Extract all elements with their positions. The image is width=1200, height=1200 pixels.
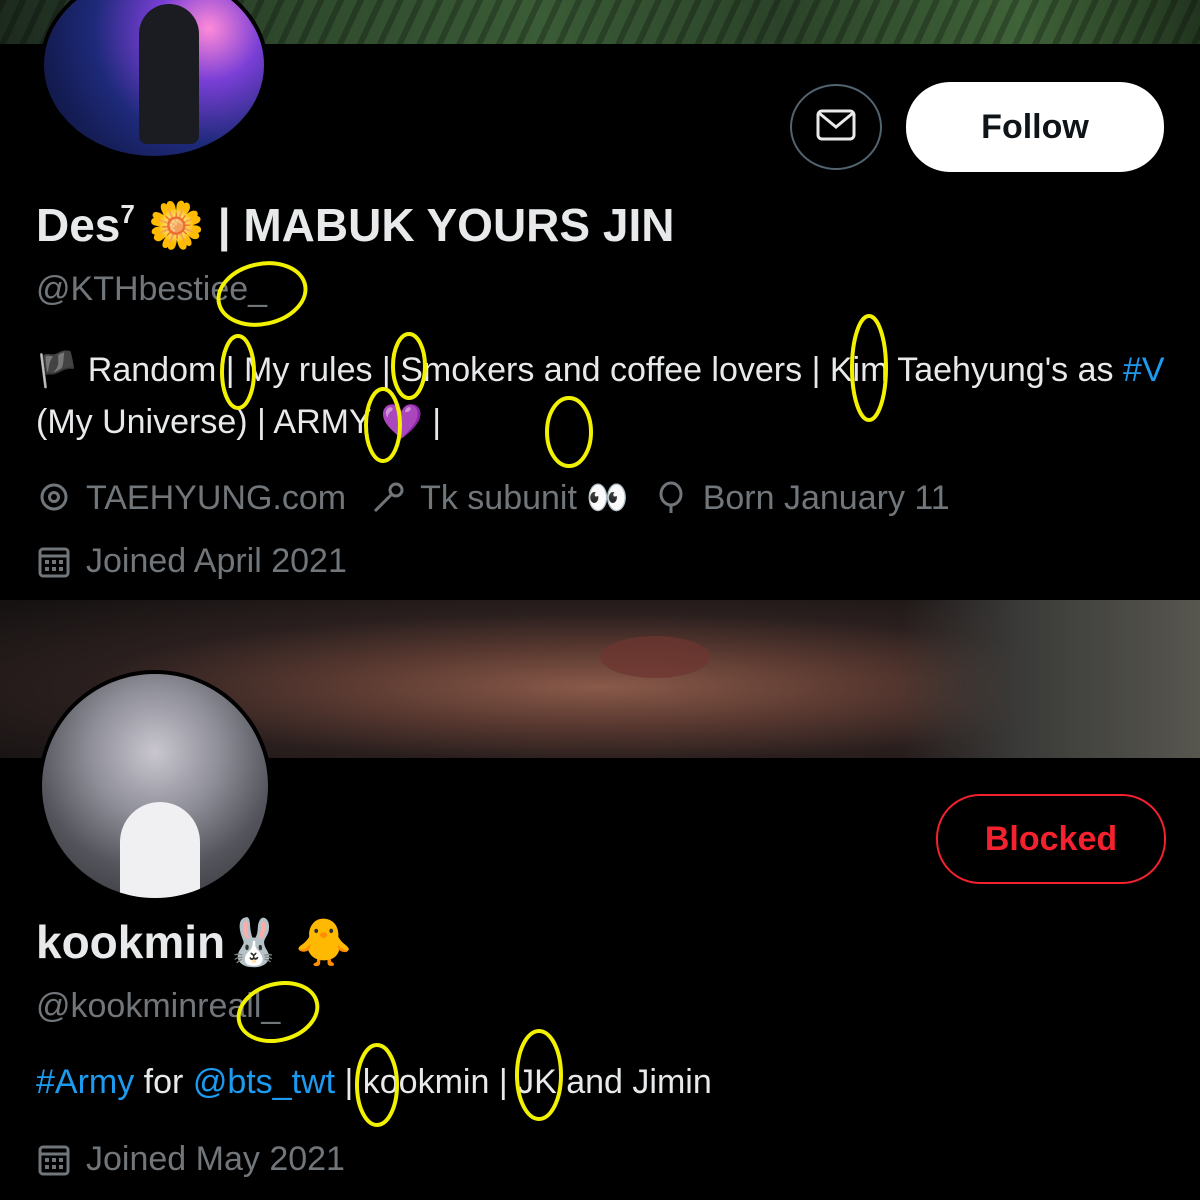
display-name: kookmin🐰 🐥 (36, 916, 353, 968)
calendar-icon (36, 544, 72, 580)
hashtag-link[interactable]: #Army (36, 1063, 134, 1101)
profile-bio: 🏴 Random | My rules | Smokers and coffee… (36, 351, 1165, 441)
mention-link[interactable]: @bts_twt (193, 1063, 335, 1101)
flag-emoji: 🏴 (36, 351, 79, 389)
rabbit-chick-emoji: 🐰 🐥 (225, 916, 353, 968)
website[interactable]: Tk subunit 👀 (370, 478, 629, 518)
avatar[interactable] (40, 0, 268, 160)
display-name: Des7 🌼 | MABUK YOURS JIN (36, 199, 675, 251)
profile-meta: TAEHYUNG.com Tk subunit 👀 Born January 1… (36, 478, 974, 518)
profile-bio: #Army for @bts_twt | kookmin | JK and Ji… (36, 1063, 712, 1101)
username-handle: @KTHbestiee_ (36, 270, 268, 308)
follow-button[interactable]: Follow (906, 82, 1164, 172)
profile-card-kthbestiee: Follow Des7 🌼 | MABUK YOURS JIN @KTHbest… (0, 0, 1200, 600)
hashtag-link[interactable]: #V (1123, 351, 1165, 389)
mail-icon (816, 109, 856, 146)
username-handle: @kookminreall_ (36, 987, 281, 1025)
birthday-icon (653, 480, 689, 516)
birthday: Born January 11 (653, 479, 950, 518)
calendar-icon (36, 1142, 72, 1178)
location: TAEHYUNG.com (36, 479, 346, 518)
join-date: Joined May 2021 (36, 1140, 345, 1179)
join-date: Joined April 2021 (36, 542, 347, 581)
profile-card-kookminreall: Blocked kookmin🐰 🐥 @kookminreall_ #Army … (0, 600, 1200, 1200)
name-superscript: 7 (120, 199, 135, 229)
location-icon (36, 480, 72, 516)
blocked-button[interactable]: Blocked (936, 794, 1166, 884)
avatar[interactable] (38, 670, 272, 902)
link-icon (370, 480, 406, 516)
flower-emoji: 🌼 (147, 199, 205, 251)
message-button[interactable] (790, 84, 882, 170)
purple-heart-emoji: 💜 (380, 403, 423, 441)
